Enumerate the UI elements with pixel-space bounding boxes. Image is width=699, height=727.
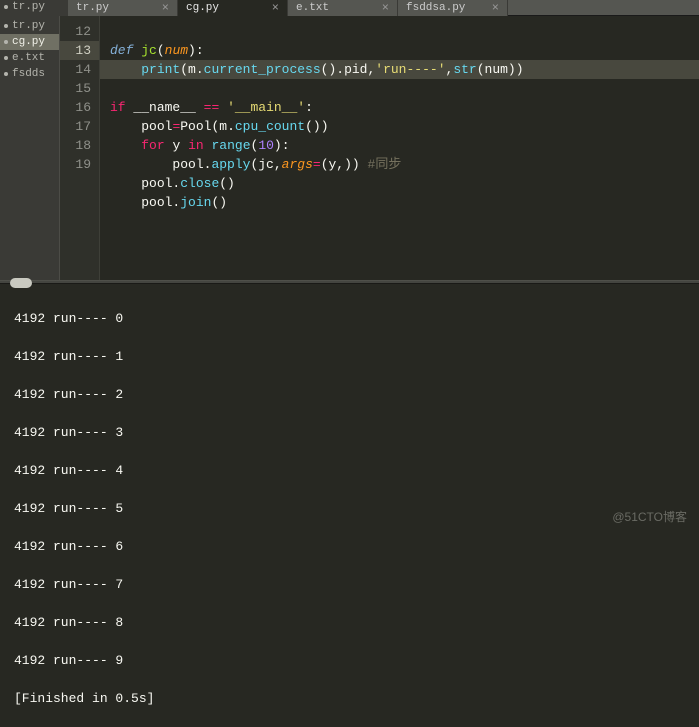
sidebar-item-label: cg.py xyxy=(12,36,45,48)
code-line: pool.close() xyxy=(110,176,235,191)
code-line: pool.join() xyxy=(110,195,227,210)
tab-label: tr.py xyxy=(76,2,109,14)
sidebar-item-label: fsdds xyxy=(12,68,45,80)
dot-icon xyxy=(4,56,8,60)
close-icon[interactable]: × xyxy=(492,1,499,15)
line-number: 14 xyxy=(75,62,91,77)
line-number: 18 xyxy=(75,138,91,153)
panel-divider[interactable] xyxy=(0,280,699,284)
output-line: 4192 run---- 2 xyxy=(14,385,699,404)
line-number: 13 xyxy=(60,41,99,60)
line-number: 17 xyxy=(75,119,91,134)
line-gutter: 12 13 14 15 16 17 18 19 xyxy=(60,16,100,280)
line-number: 16 xyxy=(75,100,91,115)
code-line: pool=Pool(m.cpu_count()) xyxy=(110,119,329,134)
output-line: 4192 run---- 6 xyxy=(14,537,699,556)
sidebar-item-label: e.txt xyxy=(12,52,45,64)
close-icon[interactable]: × xyxy=(162,1,169,15)
output-line: 4192 run---- 4 xyxy=(14,461,699,480)
output-line: 4192 run---- 8 xyxy=(14,613,699,632)
watermark: @51CTO博客 xyxy=(612,508,687,525)
sidebar-item-label: tr.py xyxy=(12,20,45,32)
sidebar-top-strip: tr.py xyxy=(0,0,68,16)
tab-tr-py[interactable]: tr.py × xyxy=(68,0,178,16)
tab-bar: tr.py × cg.py × e.txt × fsddsa.py × xyxy=(68,0,699,16)
output-line: 4192 run---- 1 xyxy=(14,347,699,366)
code-line: def jc(num): xyxy=(110,43,204,58)
dot-icon xyxy=(4,72,8,76)
open-files-sidebar: tr.py cg.py e.txt fsdds xyxy=(0,16,60,280)
code-line: for y in range(10): xyxy=(110,138,290,153)
output-line: 4192 run---- 0 xyxy=(14,309,699,328)
dot-icon xyxy=(4,24,8,28)
output-panel[interactable]: 4192 run---- 0 4192 run---- 1 4192 run--… xyxy=(0,284,699,528)
tab-label: fsddsa.py xyxy=(406,2,465,14)
tab-e-txt[interactable]: e.txt × xyxy=(288,0,398,16)
code-line-highlight: print(m.current_process().pid,'run----',… xyxy=(100,60,699,79)
line-number: 15 xyxy=(75,81,91,96)
close-icon[interactable]: × xyxy=(272,1,279,15)
sidebar-item-cg-py[interactable]: cg.py xyxy=(0,34,59,50)
tab-fsddsa-py[interactable]: fsddsa.py × xyxy=(398,0,508,16)
output-line: 4192 run---- 3 xyxy=(14,423,699,442)
drag-handle-icon[interactable] xyxy=(10,278,32,288)
tab-label: cg.py xyxy=(186,2,219,14)
line-number: 19 xyxy=(75,157,91,172)
sidebar-item-fsdds[interactable]: fsdds xyxy=(0,66,59,82)
output-line: 4192 run---- 7 xyxy=(14,575,699,594)
output-line: 4192 run---- 9 xyxy=(14,651,699,670)
output-line: [Finished in 0.5s] xyxy=(14,689,699,708)
dot-icon xyxy=(4,40,8,44)
output-line: 4192 run---- 5 xyxy=(14,499,699,518)
code-editor[interactable]: def jc(num): print(m.current_process().p… xyxy=(100,16,699,280)
sidebar-item-e-txt[interactable]: e.txt xyxy=(0,50,59,66)
editor-area: tr.py cg.py e.txt fsdds 12 13 14 15 16 1… xyxy=(0,16,699,280)
tab-label: e.txt xyxy=(296,2,329,14)
code-line: if __name__ == '__main__': xyxy=(110,100,313,115)
line-number: 12 xyxy=(75,24,91,39)
close-icon[interactable]: × xyxy=(382,1,389,15)
code-line: pool.apply(jc,args=(y,)) #同步 xyxy=(110,157,401,172)
tab-cg-py[interactable]: cg.py × xyxy=(178,0,288,16)
sidebar-item-tr-py[interactable]: tr.py xyxy=(0,18,59,34)
